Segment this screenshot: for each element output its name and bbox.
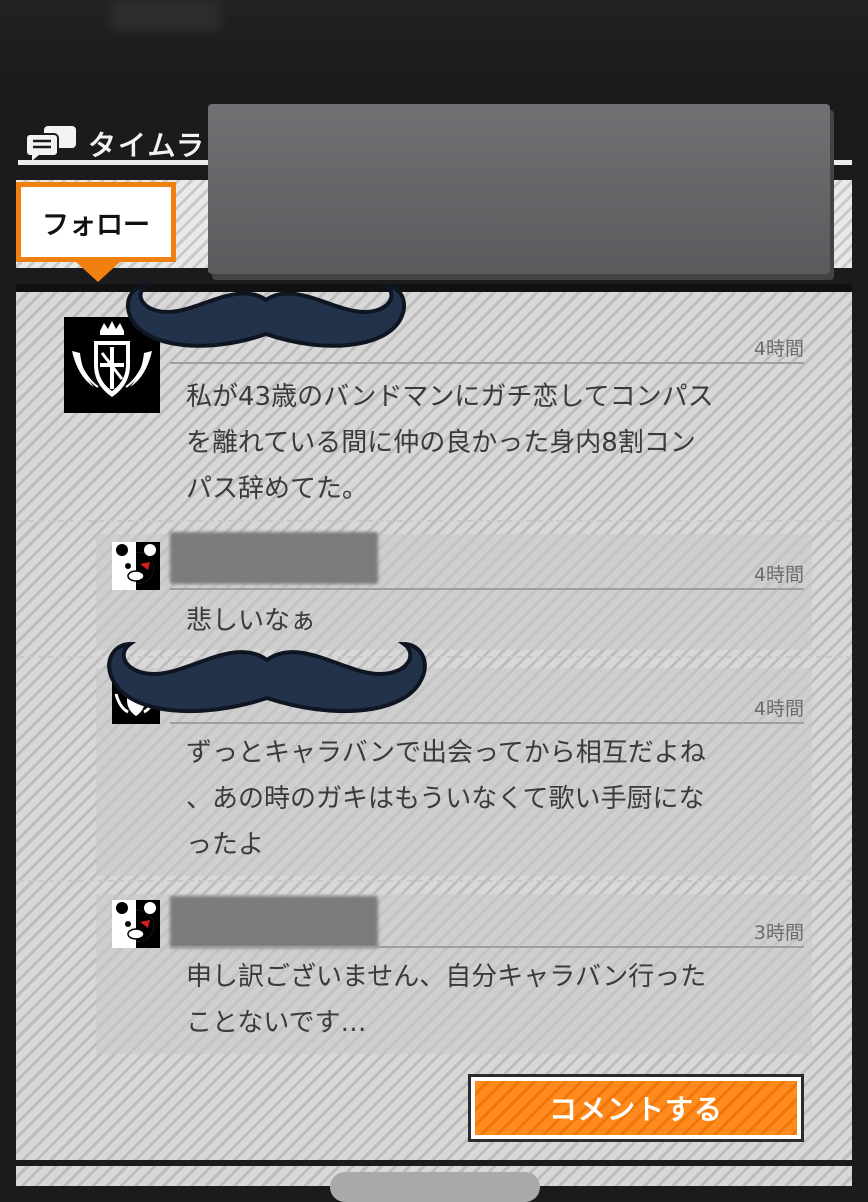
reply-time: 3時間 <box>753 922 804 944</box>
reply-time: 4時間 <box>753 564 804 586</box>
chat-bubbles-icon <box>25 126 76 161</box>
comment-button-face: コメントする <box>475 1081 797 1135</box>
post-body: 私が43歳のバンドマンにガチ恋してコンパス を離れている間に仲の良かった身内8割… <box>186 382 714 504</box>
redaction-box <box>208 104 830 274</box>
avatar[interactable] <box>112 542 160 590</box>
mustache-sticker-icon <box>107 641 427 714</box>
active-tab-pointer <box>76 262 120 282</box>
tab-follow-label: フォロー <box>42 209 150 241</box>
post-time: 4時間 <box>753 338 804 360</box>
bear-mascot-icon <box>112 542 160 590</box>
reply-header-rule <box>170 946 804 948</box>
avatar[interactable] <box>112 900 160 948</box>
reply-time: 4時間 <box>753 698 804 720</box>
reply-body: 申し訳ございません、自分キャラバン行った ことないです… <box>186 962 707 1038</box>
tab-follow[interactable]: フォロー <box>16 182 176 262</box>
reply-body: ずっとキャラバンで出会ってから相互だよね 、あの時のガキはもういなくて歌い手厨に… <box>186 738 706 860</box>
redacted-username <box>170 896 378 948</box>
comment-button-label: コメントする <box>548 1093 723 1126</box>
mustache-sticker-icon <box>126 283 406 348</box>
bear-mascot-icon <box>112 900 160 948</box>
page-title: タイムラ <box>88 129 207 162</box>
redacted-username <box>170 532 378 584</box>
reply-header-rule <box>170 588 804 590</box>
comment-button[interactable]: コメントする <box>468 1074 804 1142</box>
next-post-tab <box>330 1172 540 1202</box>
blurred-top-label <box>110 0 220 30</box>
post-divider <box>18 520 852 522</box>
post-divider <box>18 880 852 882</box>
